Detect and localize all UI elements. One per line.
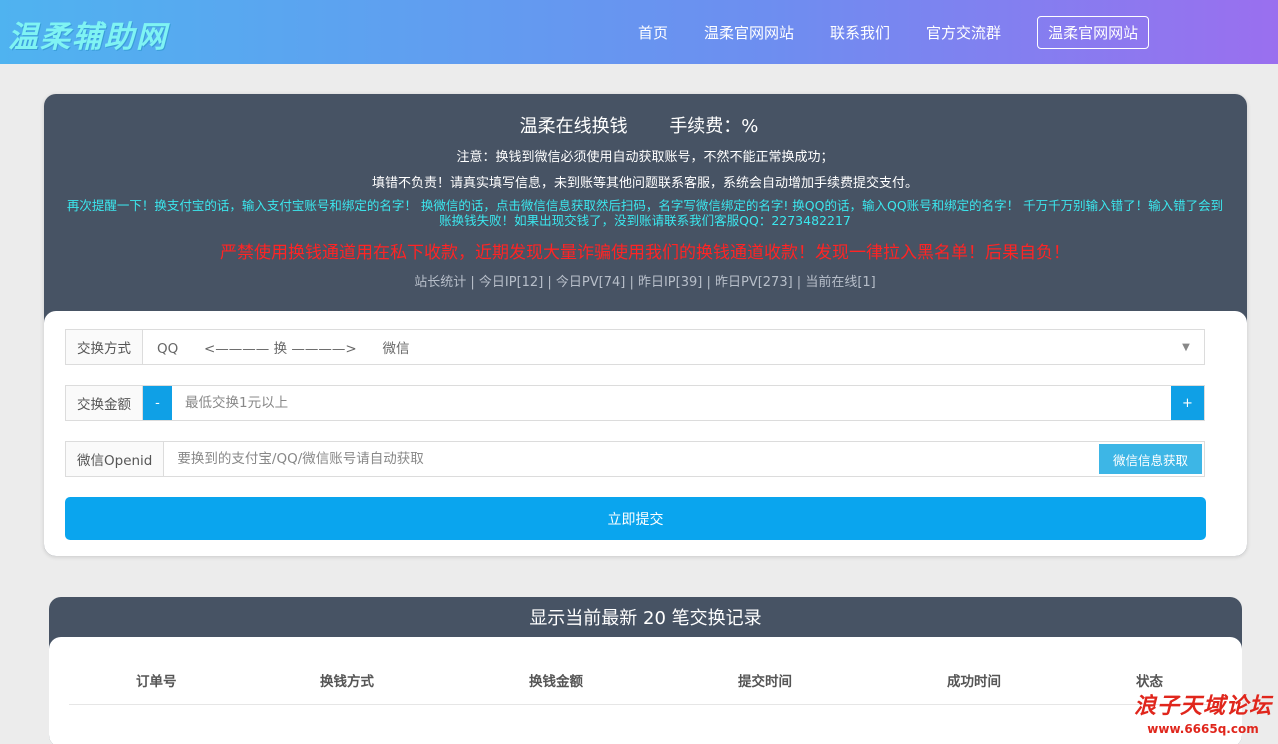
col-order-no: 订单号 bbox=[136, 674, 177, 690]
nav-contact[interactable]: 联系我们 bbox=[830, 22, 890, 43]
records-table bbox=[49, 637, 1242, 744]
method-value[interactable]: QQ <———— 换 ————> 微信 bbox=[143, 330, 1168, 364]
col-success-time: 成功时间 bbox=[947, 674, 1001, 690]
amount-label: 交换金额 bbox=[66, 386, 143, 420]
notice-reminder: 再次提醒一下！换支付宝的话，输入支付宝账号和绑定的名字！ 换微信的话，点击微信信… bbox=[66, 198, 1224, 228]
fee-label: 手续费：% bbox=[669, 116, 759, 137]
notice-warning: 严禁使用换钱通道用在私下收款，近期发现大量诈骗使用我们的换钱通道收款！发现一律拉… bbox=[220, 243, 1070, 263]
col-amount: 换钱金额 bbox=[529, 674, 583, 690]
amount-group: 交换金额 - + bbox=[65, 385, 1205, 421]
table-divider bbox=[69, 704, 1222, 705]
amount-input[interactable] bbox=[172, 386, 1171, 420]
site-stats: 站长统计 | 今日IP[12] | 今日PV[74] | 昨日IP[39] | … bbox=[414, 275, 876, 290]
site-logo[interactable]: 温柔辅助网 bbox=[8, 12, 168, 56]
watermark-url: www.6665q.com bbox=[1147, 722, 1259, 736]
openid-label: 微信Openid bbox=[66, 442, 165, 476]
col-status: 状态 bbox=[1136, 674, 1163, 690]
amount-plus-button[interactable]: + bbox=[1171, 386, 1204, 420]
panel-title-text: 温柔在线换钱 bbox=[519, 116, 628, 137]
col-submit-time: 提交时间 bbox=[738, 674, 792, 690]
nav-official-site[interactable]: 温柔官网网站 bbox=[704, 22, 794, 43]
openid-group: 微信Openid 微信信息获取 bbox=[65, 441, 1205, 477]
col-method: 换钱方式 bbox=[320, 674, 374, 690]
watermark: 浪子天域论坛 www.6665q.com bbox=[1128, 688, 1278, 736]
wechat-info-button[interactable]: 微信信息获取 bbox=[1098, 444, 1202, 474]
caret-down-icon[interactable]: ▼ bbox=[1168, 330, 1204, 364]
submit-button[interactable]: 立即提交 bbox=[65, 497, 1206, 540]
top-navbar: 温柔辅助网 首页 温柔官网网站 联系我们 官方交流群 温柔官网网站 bbox=[0, 0, 1278, 64]
records-title: 显示当前最新 20 笔交换记录 bbox=[529, 608, 762, 629]
nav-official-site-button[interactable]: 温柔官网网站 bbox=[1037, 15, 1150, 49]
watermark-name: 浪子天域论坛 bbox=[1133, 693, 1272, 719]
method-label: 交换方式 bbox=[66, 330, 143, 364]
amount-minus-button[interactable]: - bbox=[143, 386, 172, 420]
openid-input[interactable] bbox=[164, 442, 1097, 476]
nav-menu: 首页 温柔官网网站 联系我们 官方交流群 温柔官网网站 bbox=[638, 0, 1150, 64]
nav-group[interactable]: 官方交流群 bbox=[926, 22, 1001, 43]
notice-responsibility: 填错不负责！请真实填写信息，未到账等其他问题联系客服，系统会自动增加手续费提交支… bbox=[371, 176, 918, 191]
method-select[interactable]: 交换方式 QQ <———— 换 ————> 微信 ▼ bbox=[65, 329, 1205, 365]
panel-title: 温柔在线换钱 手续费：% bbox=[0, 112, 1278, 138]
nav-home[interactable]: 首页 bbox=[638, 22, 668, 43]
notice-wechat: 注意：换钱到微信必须使用自动获取账号，不然不能正常换成功； bbox=[456, 150, 834, 165]
